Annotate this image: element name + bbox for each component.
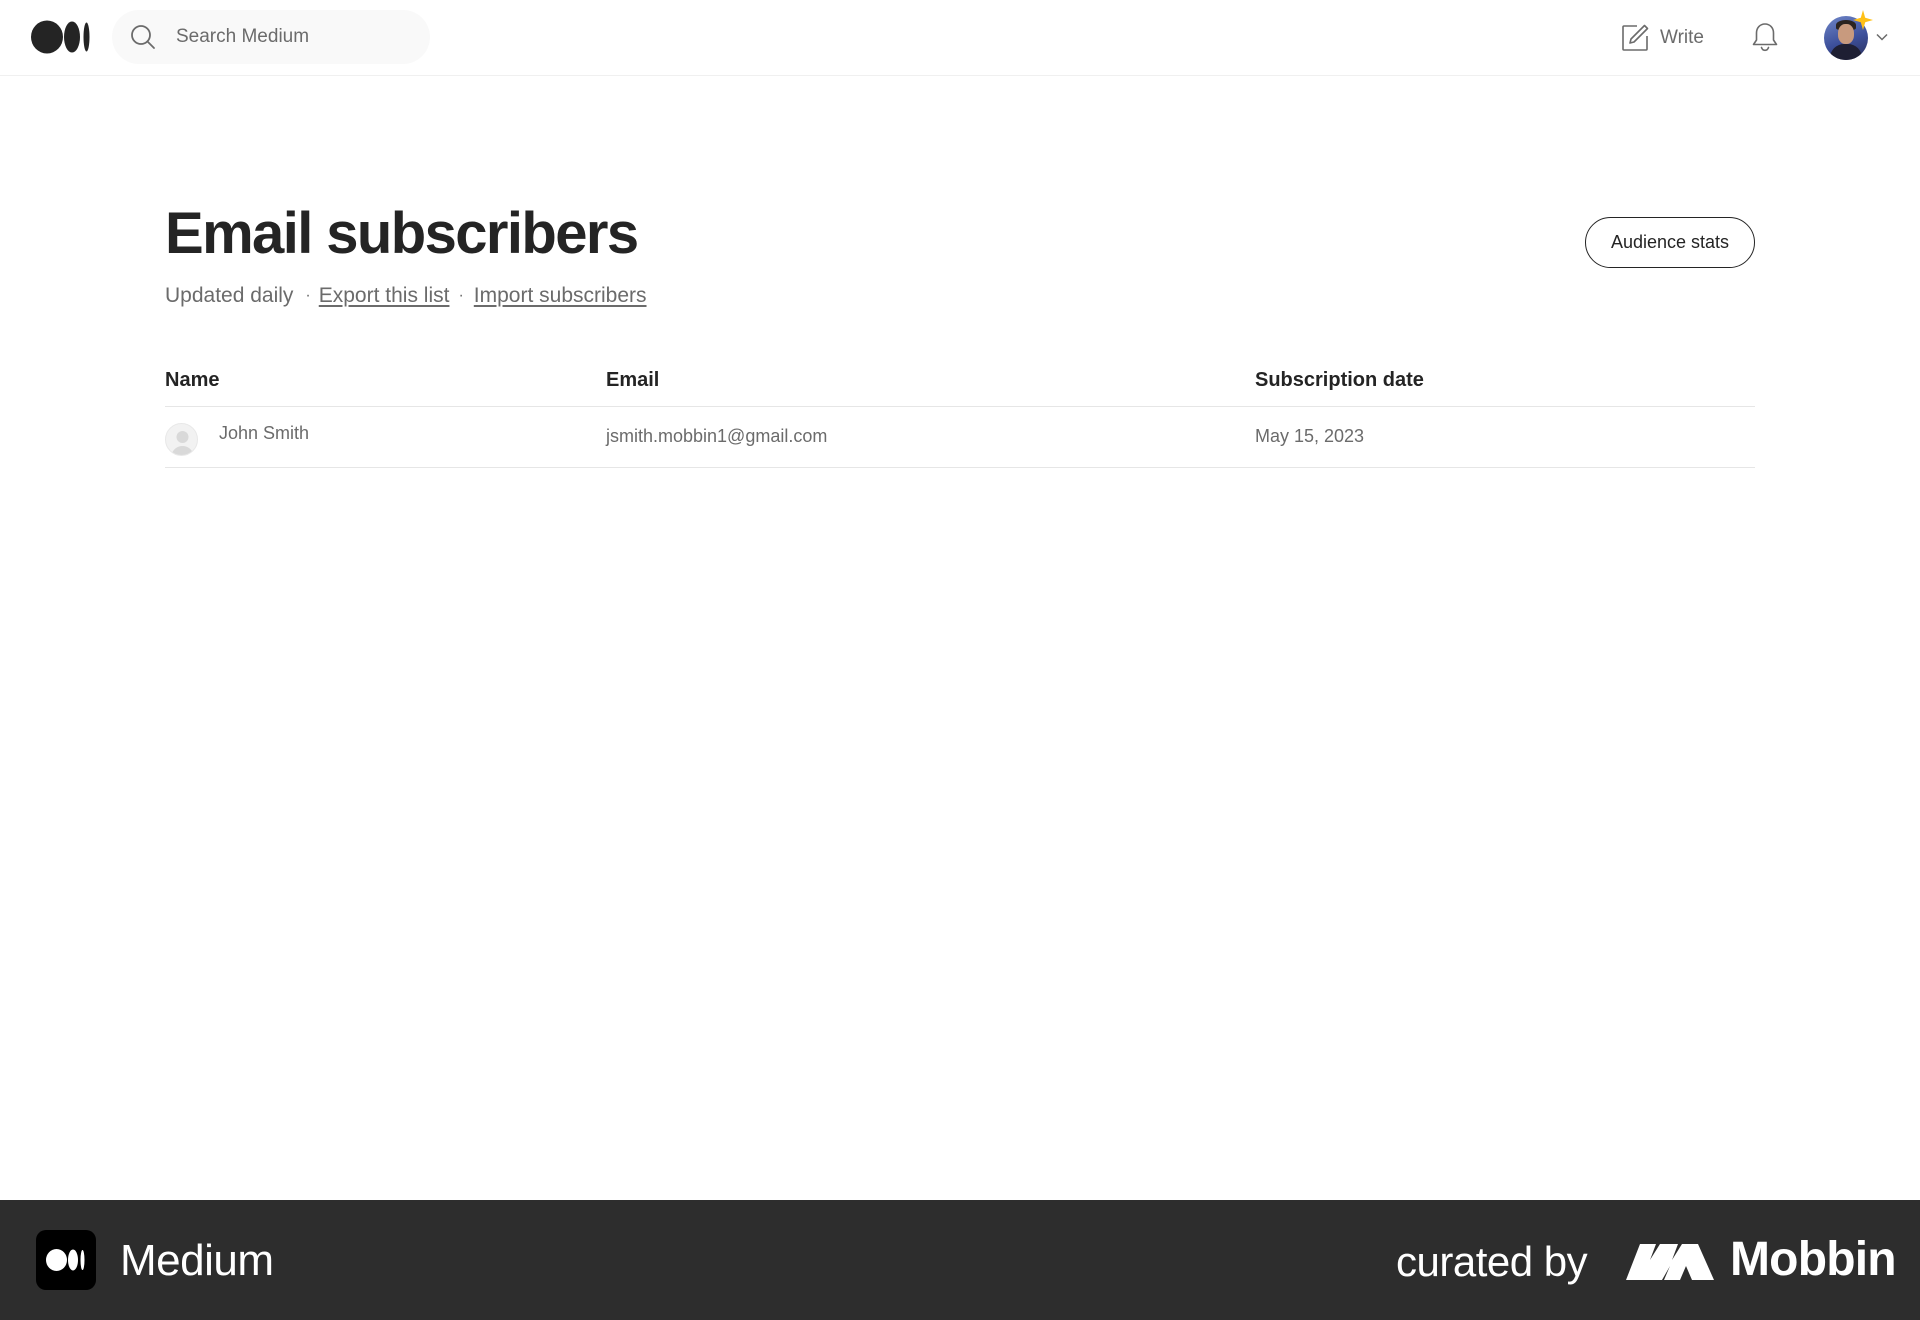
user-menu[interactable] bbox=[1822, 10, 1890, 62]
top-navigation: Write bbox=[0, 0, 1920, 76]
mobbin-wordmark: Mobbin bbox=[1730, 1233, 1897, 1286]
column-header-email: Email bbox=[606, 369, 660, 391]
import-subscribers-link[interactable]: Import subscribers bbox=[474, 284, 647, 308]
write-button[interactable]: Write bbox=[1620, 20, 1704, 56]
page-title: Email subscribers bbox=[165, 201, 639, 266]
column-header-subscription-date: Subscription date bbox=[1255, 369, 1424, 391]
export-list-link[interactable]: Export this list bbox=[319, 284, 450, 308]
medium-logo-icon[interactable] bbox=[31, 20, 91, 54]
table-row: John Smith jsmith.mobbin1@gmail.com May … bbox=[165, 407, 1755, 468]
separator-dot: · bbox=[458, 287, 464, 304]
footer-app-name: Medium bbox=[120, 1236, 274, 1285]
write-label: Write bbox=[1660, 27, 1704, 48]
audience-stats-button[interactable]: Audience stats bbox=[1585, 217, 1755, 268]
membership-star-icon bbox=[1853, 10, 1873, 30]
search-icon bbox=[131, 25, 155, 49]
table-header: Name Email Subscription date bbox=[165, 360, 1755, 407]
notifications-bell-icon[interactable] bbox=[1750, 21, 1780, 53]
subscriber-avatar bbox=[165, 423, 198, 456]
column-header-name: Name bbox=[165, 369, 220, 391]
subscribers-table: Name Email Subscription date John Smith … bbox=[165, 360, 1755, 468]
mobbin-logo-icon bbox=[1626, 1244, 1714, 1280]
subscription-date: May 15, 2023 bbox=[1255, 426, 1365, 446]
write-icon bbox=[1622, 24, 1649, 51]
curated-by-text: curated by bbox=[1396, 1238, 1588, 1285]
medium-logo-icon bbox=[46, 1249, 85, 1271]
subscriber-email: jsmith.mobbin1@gmail.com bbox=[606, 426, 828, 446]
footer-bar: Medium curated by Mobbin bbox=[0, 1200, 1920, 1320]
separator-dot: · bbox=[305, 287, 311, 304]
page-subtitle: Updated daily · Export this list · Impor… bbox=[165, 284, 647, 308]
search-input[interactable] bbox=[176, 22, 416, 52]
updated-daily-text: Updated daily bbox=[165, 284, 294, 307]
default-avatar-icon bbox=[171, 431, 194, 455]
medium-app-icon bbox=[36, 1230, 96, 1290]
search-bar[interactable] bbox=[112, 10, 430, 64]
subscriber-name: John Smith bbox=[219, 423, 310, 443]
chevron-down-icon bbox=[1876, 33, 1888, 41]
